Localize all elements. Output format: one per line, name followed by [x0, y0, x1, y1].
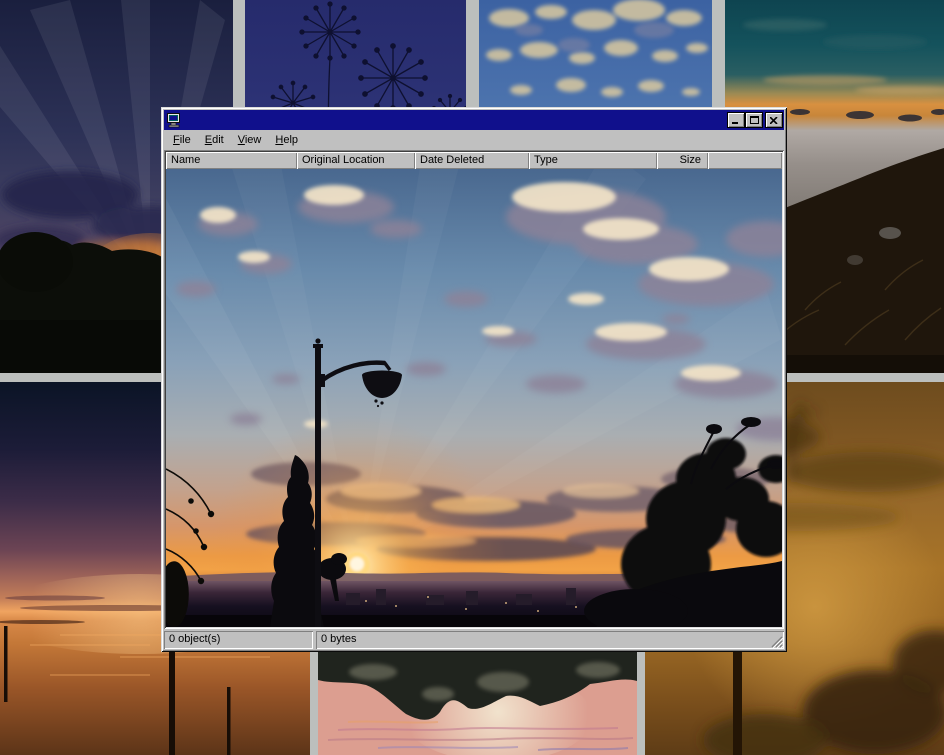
minimize-button[interactable]	[728, 113, 744, 127]
resize-grip-icon	[770, 635, 783, 648]
desktop: File Edit View Help Name Original Locati…	[0, 0, 944, 755]
file-listview: Name Original Location Date Deleted Type…	[164, 150, 784, 629]
column-header-type[interactable]: Type	[529, 152, 657, 169]
menu-view[interactable]: View	[231, 132, 269, 148]
list-body-sunset-photo[interactable]	[166, 169, 782, 627]
status-size: 0 bytes	[316, 631, 784, 649]
menu-file[interactable]: File	[166, 132, 198, 148]
resize-grip[interactable]	[770, 635, 783, 648]
status-objects: 0 object(s)	[164, 631, 313, 649]
column-header-name[interactable]: Name	[166, 152, 297, 169]
column-header-size[interactable]: Size	[657, 152, 708, 169]
status-bar: 0 object(s) 0 bytes	[164, 631, 784, 649]
maximize-icon	[750, 116, 759, 124]
computer-icon[interactable]	[166, 112, 182, 128]
menu-bar: File Edit View Help	[164, 130, 784, 149]
window-titlebar[interactable]	[164, 110, 784, 130]
recycle-bin-window: File Edit View Help Name Original Locati…	[161, 107, 787, 652]
maximize-button[interactable]	[746, 113, 762, 127]
column-header-date-deleted[interactable]: Date Deleted	[415, 152, 529, 169]
column-header-original-location[interactable]: Original Location	[297, 152, 415, 169]
column-header-blank[interactable]	[708, 152, 782, 169]
minimize-icon	[732, 117, 740, 124]
close-icon	[770, 117, 778, 124]
menu-edit[interactable]: Edit	[198, 132, 231, 148]
close-button[interactable]	[766, 113, 782, 127]
status-size-label: 0 bytes	[321, 633, 356, 645]
column-header-row: Name Original Location Date Deleted Type…	[166, 152, 782, 169]
menu-help[interactable]: Help	[268, 132, 305, 148]
